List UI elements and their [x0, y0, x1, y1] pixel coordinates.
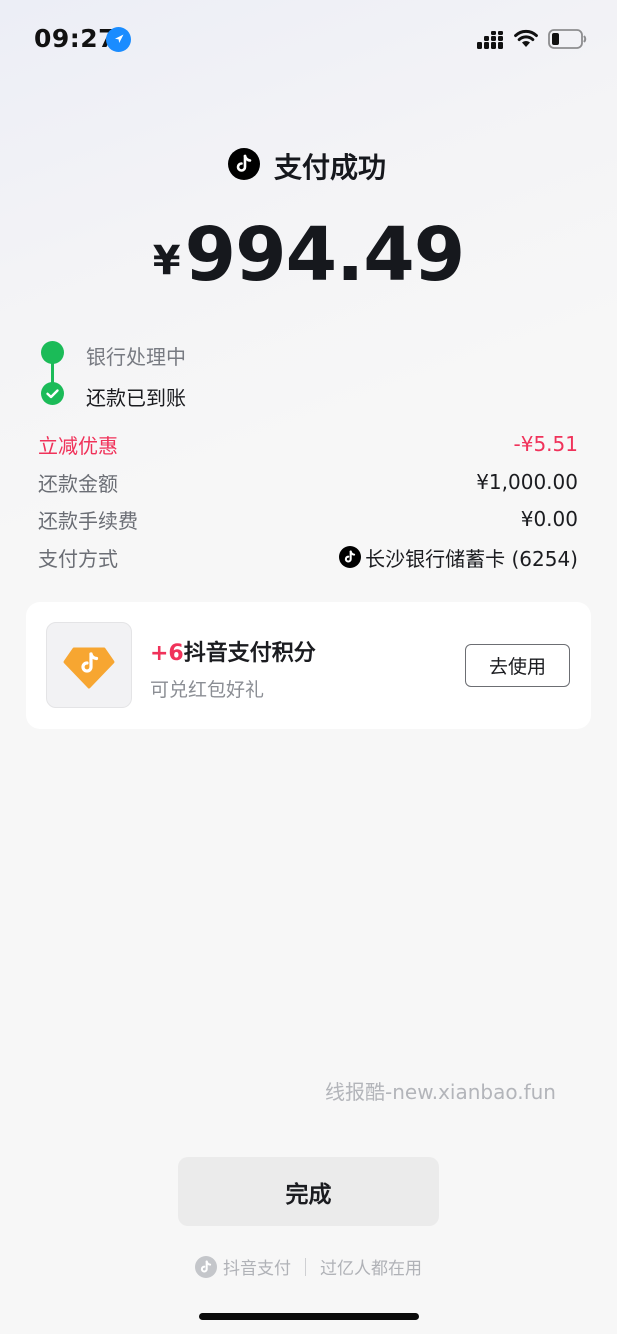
points-card: +6抖音支付积分 可兑红包好礼 去使用: [26, 602, 591, 729]
amount-currency: ¥: [152, 238, 181, 284]
footer-brand: 抖音支付: [223, 1259, 291, 1279]
detail-value: 长沙银行储蓄卡 (6254): [365, 546, 578, 571]
progress-connector: [51, 362, 54, 384]
footer-divider: [305, 1257, 306, 1276]
douyin-pay-icon: [339, 546, 362, 568]
detail-row-amount: 还款金额 ¥1,000.00: [38, 467, 578, 497]
use-points-button[interactable]: 去使用: [465, 644, 570, 687]
detail-value: ¥1,000.00: [476, 470, 578, 494]
douyin-logo-icon: [228, 148, 260, 180]
payment-method: 长沙银行储蓄卡 (6254): [339, 543, 578, 572]
home-indicator[interactable]: [199, 1313, 419, 1320]
detail-value: -¥5.51: [513, 432, 578, 456]
detail-key: 支付方式: [38, 546, 118, 571]
detail-row-payment-method: 支付方式 长沙银行储蓄卡 (6254): [38, 542, 578, 572]
progress-dot: [41, 341, 64, 364]
detail-value: ¥0.00: [520, 507, 578, 531]
battery-icon: [548, 28, 588, 50]
detail-row-discount: 立减优惠 -¥5.51: [38, 429, 578, 459]
progress-step-label: 银行处理中: [86, 345, 186, 369]
detail-key: 还款金额: [38, 471, 118, 496]
detail-key: 立减优惠: [38, 433, 118, 458]
detail-key: 还款手续费: [38, 508, 138, 533]
detail-row-fee: 还款手续费 ¥0.00: [38, 504, 578, 534]
points-title: +6抖音支付积分: [150, 635, 316, 667]
cellular-signal-icon: [477, 31, 503, 49]
amount-value: 994.49: [184, 212, 466, 298]
points-gem-icon: [46, 622, 132, 708]
check-icon: [41, 382, 64, 405]
page-title: 支付成功: [274, 151, 387, 184]
points-subtitle: 可兑红包好礼: [150, 679, 265, 701]
location-arrow-icon: [106, 27, 131, 52]
watermark-text: 线报酷-new.xianbao.fun: [325, 1080, 556, 1104]
status-time: 09:27: [34, 24, 117, 53]
points-name: 抖音支付积分: [183, 641, 316, 666]
douyin-pay-logo-icon: [195, 1255, 217, 1278]
footer-slogan: 过亿人都在用: [320, 1259, 422, 1279]
progress-step-label: 还款已到账: [86, 386, 186, 410]
wifi-icon: [513, 28, 539, 48]
amount-display: ¥994.49: [0, 212, 617, 298]
footer: 抖音支付 过亿人都在用: [0, 1254, 617, 1279]
points-amount: +6: [150, 641, 184, 666]
done-button[interactable]: 完成: [178, 1157, 439, 1226]
